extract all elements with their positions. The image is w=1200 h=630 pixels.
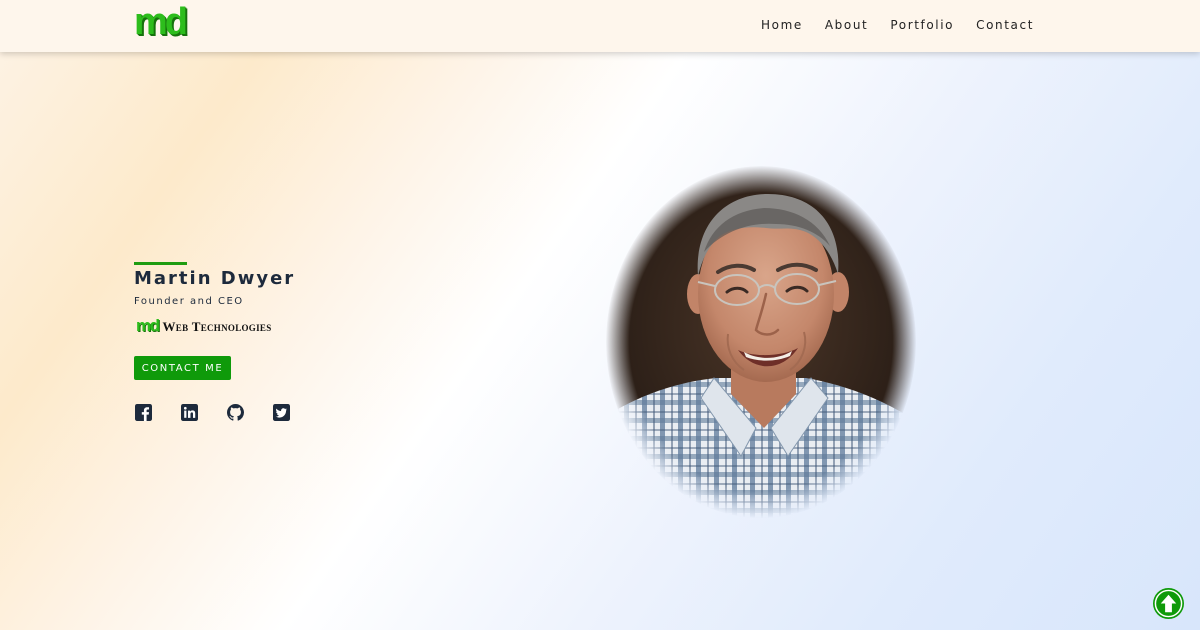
twitter-icon[interactable] [273,404,290,421]
name-accent-line [134,262,187,265]
scroll-to-top-button[interactable] [1153,588,1184,619]
nav-home-link[interactable]: Home [761,18,803,32]
social-links [135,404,290,421]
person-role: Founder and CEO [134,296,244,307]
nav-about-link[interactable]: About [825,18,868,32]
arrow-up-circle-icon [1153,588,1184,619]
company-name: Web Technologies [162,319,272,334]
facebook-icon[interactable] [135,404,152,421]
site-logo[interactable]: md [134,2,188,42]
nav-contact-link[interactable]: Contact [976,18,1034,32]
top-navbar: md Home About Portfolio Contact [0,0,1200,52]
company-logo: md Web Technologies [136,316,272,336]
contact-me-button[interactable]: CONTACT ME [134,356,231,380]
linkedin-icon[interactable] [181,404,198,421]
profile-photo [606,166,916,518]
main-nav: Home About Portfolio Contact [761,18,1034,32]
company-logo-mark: md [136,316,160,335]
github-icon[interactable] [227,404,244,421]
nav-portfolio-link[interactable]: Portfolio [890,18,954,32]
person-name: Martin Dwyer [134,268,296,289]
